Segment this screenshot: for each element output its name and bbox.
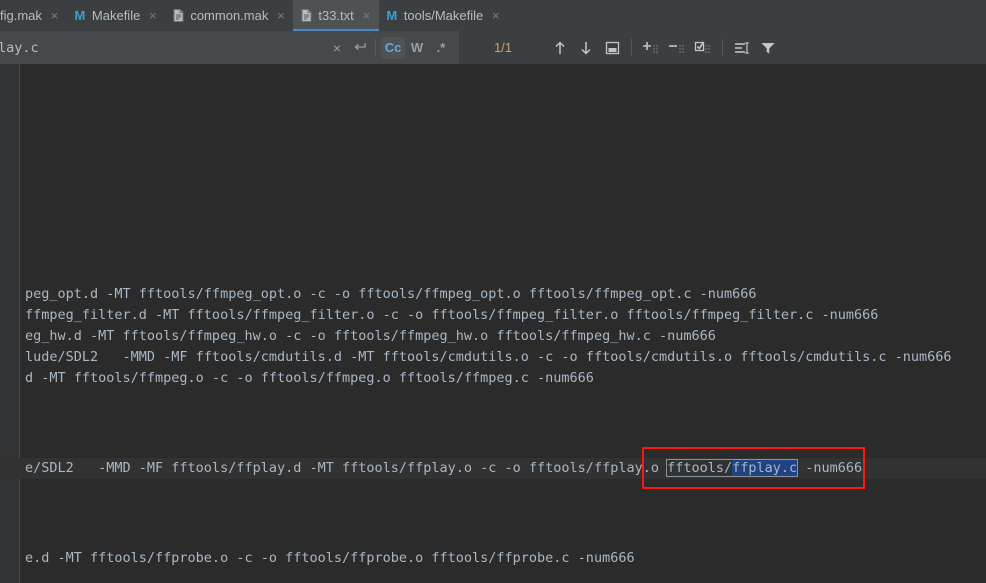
- tab-makefile[interactable]: M Makefile ×: [67, 0, 165, 31]
- match-case-toggle[interactable]: Cc: [381, 37, 405, 59]
- ide-window: fig.mak × M Makefile × common.mak ×: [0, 0, 986, 583]
- tab-label: Makefile: [92, 0, 140, 31]
- search-input[interactable]: [0, 35, 326, 61]
- add-selection-icon[interactable]: [638, 36, 664, 60]
- tab-label: t33.txt: [318, 0, 353, 31]
- remove-selection-icon[interactable]: [664, 36, 690, 60]
- code-line: eg_hw.d -MT fftools/ffmpeg_hw.o -c -o ff…: [25, 326, 716, 347]
- close-icon[interactable]: ×: [361, 9, 372, 22]
- code-line: e.d -MT fftools/ffprobe.o -c -o fftools/…: [25, 548, 635, 569]
- editor-scrollbar[interactable]: [974, 64, 986, 583]
- toolbar-divider: [370, 37, 381, 59]
- toolbar-divider: [625, 36, 638, 60]
- editor-gutter: [0, 64, 20, 583]
- regex-toggle[interactable]: .*: [429, 37, 453, 59]
- tab-label: common.mak: [190, 0, 268, 31]
- close-icon[interactable]: ×: [147, 9, 158, 22]
- find-navigation-actions: [547, 36, 781, 60]
- makefile-icon: M: [385, 8, 399, 24]
- search-field[interactable]: × Cc W .*: [0, 31, 459, 64]
- close-icon[interactable]: ×: [490, 9, 501, 22]
- search-history-icon[interactable]: [348, 37, 370, 59]
- editor-tab-bar: fig.mak × M Makefile × common.mak ×: [0, 0, 986, 31]
- search-match-selection: ffplay.c: [732, 460, 797, 476]
- file-icon: [171, 8, 185, 24]
- toolbar-divider: [716, 36, 729, 60]
- editor-viewport[interactable]: peg_opt.d -MT fftools/ffmpeg_opt.o -c -o…: [0, 64, 986, 583]
- tab-common-mak[interactable]: common.mak ×: [165, 0, 293, 31]
- code-line: peg_opt.d -MT fftools/ffmpeg_opt.o -c -o…: [25, 284, 757, 305]
- tab-label: tools/Makefile: [404, 0, 483, 31]
- code-text-path: fftools/: [667, 460, 732, 476]
- code-line: d -MT fftools/ffmpeg.o -c -o fftools/ffm…: [25, 368, 594, 389]
- arrow-down-icon[interactable]: [573, 36, 599, 60]
- tab-tools-makefile[interactable]: M tools/Makefile ×: [379, 0, 508, 31]
- tab-label: fig.mak: [0, 0, 42, 31]
- select-all-occurrences-icon[interactable]: [690, 36, 716, 60]
- file-icon: [299, 8, 313, 24]
- code-line: ffmpeg_filter.d -MT fftools/ffmpeg_filte…: [25, 305, 878, 326]
- filter-icon[interactable]: [755, 36, 781, 60]
- show-lines-icon[interactable]: [729, 36, 755, 60]
- tab-fig-mak[interactable]: fig.mak ×: [0, 0, 67, 31]
- find-toolbar: × Cc W .* 1/1: [0, 31, 986, 64]
- match-count-label: 1/1: [459, 40, 547, 55]
- clear-icon[interactable]: ×: [326, 37, 348, 59]
- makefile-icon: M: [73, 8, 87, 24]
- code-text-suffix: -num666: [797, 460, 862, 476]
- code-line-match: e/SDL2 -MMD -MF fftools/ffplay.d -MT fft…: [0, 458, 986, 479]
- close-icon[interactable]: ×: [49, 9, 60, 22]
- arrow-up-icon[interactable]: [547, 36, 573, 60]
- close-icon[interactable]: ×: [275, 9, 286, 22]
- open-in-panel-icon[interactable]: [599, 36, 625, 60]
- search-match-outline: fftools/ffplay.c: [667, 460, 797, 476]
- code-line: lude/SDL2 -MMD -MF fftools/cmdutils.d -M…: [25, 347, 952, 368]
- code-text-prefix: e/SDL2 -MMD -MF fftools/ffplay.d -MT fft…: [25, 460, 667, 476]
- search-field-actions: × Cc W .*: [326, 37, 459, 59]
- whole-words-toggle[interactable]: W: [405, 37, 429, 59]
- tab-t33-txt[interactable]: t33.txt ×: [293, 0, 378, 31]
